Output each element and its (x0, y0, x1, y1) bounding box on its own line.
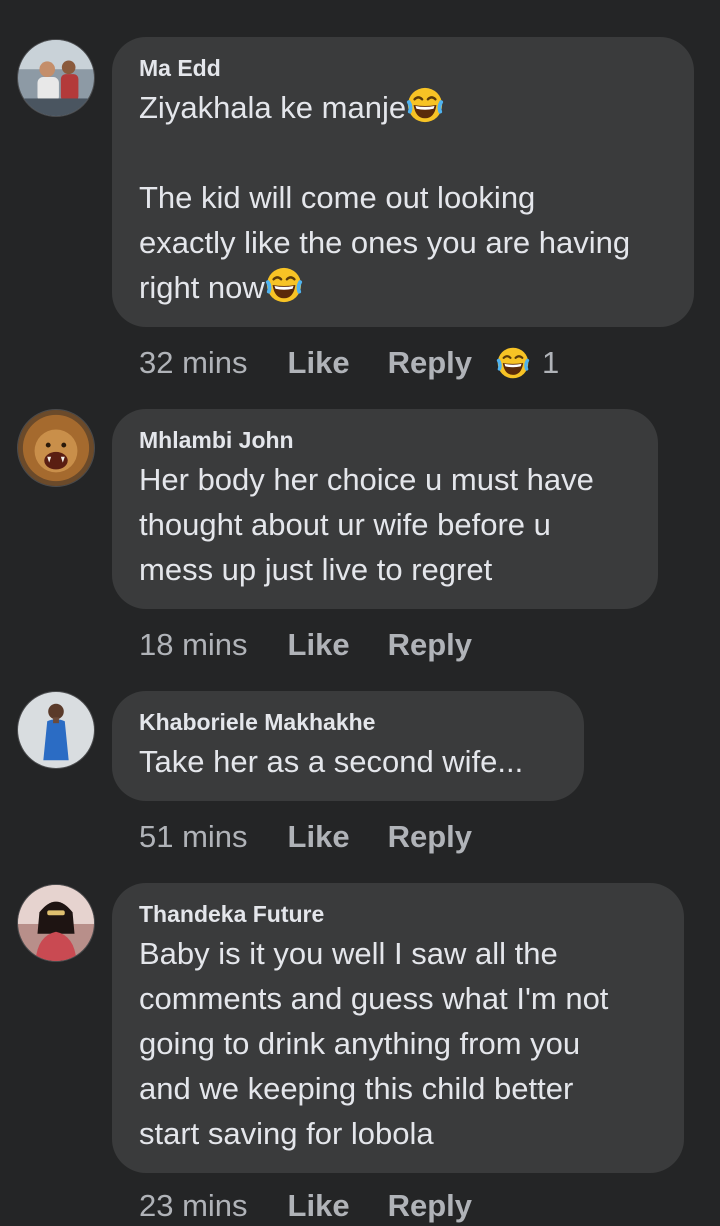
comment-author[interactable]: Thandeka Future (139, 901, 658, 927)
comment-text: Baby is it you well I saw all the commen… (139, 936, 609, 1151)
comment-author[interactable]: Khaboriele Makhakhe (139, 709, 558, 735)
avatar[interactable] (17, 884, 95, 962)
comment-author[interactable]: Ma Edd (139, 55, 668, 81)
comment-bubble: Ma Edd Ziyakhala ke manje The kid will co… (112, 37, 694, 327)
avatar-photo-icon (18, 885, 94, 961)
reply-button[interactable]: Reply (388, 1188, 472, 1224)
comment-actions: 18 mins Like Reply (139, 625, 510, 665)
comment-text: Take her as a second wife... (139, 744, 524, 779)
laughing-emoji-icon (496, 346, 530, 380)
comment-timestamp[interactable]: 32 mins (139, 345, 248, 381)
comment-timestamp[interactable]: 18 mins (139, 627, 248, 663)
reaction-count: 1 (542, 345, 560, 380)
avatar[interactable] (17, 39, 95, 117)
comment-actions: 51 mins Like Reply (139, 817, 510, 857)
like-button[interactable]: Like (288, 627, 350, 663)
avatar-photo-icon (18, 692, 94, 768)
like-button[interactable]: Like (288, 819, 350, 855)
lion-avatar-icon (18, 410, 94, 486)
laughing-emoji-icon (265, 266, 303, 304)
laughing-emoji-icon (406, 86, 444, 124)
comment-timestamp[interactable]: 23 mins (139, 1188, 248, 1224)
comment-text-body: The kid will come out looking exactly li… (139, 180, 631, 305)
comment-bubble: Thandeka Future Baby is it you well I sa… (112, 883, 684, 1173)
reply-button[interactable]: Reply (388, 345, 472, 381)
comment-actions: 23 mins Like Reply (139, 1186, 510, 1226)
reply-button[interactable]: Reply (388, 627, 472, 663)
like-button[interactable]: Like (288, 1188, 350, 1224)
reply-button[interactable]: Reply (388, 819, 472, 855)
reaction-summary[interactable]: 1 (496, 345, 559, 381)
comment-text: Her body her choice u must have thought … (139, 462, 594, 587)
comment-actions: 32 mins Like Reply 1 (139, 343, 559, 383)
like-button[interactable]: Like (288, 345, 350, 381)
avatar[interactable] (17, 691, 95, 769)
comment-bubble: Mhlambi John Her body her choice u must … (112, 409, 658, 609)
comment-text-line: Ziyakhala ke manje (139, 90, 407, 125)
comment-timestamp[interactable]: 51 mins (139, 819, 248, 855)
comment-author[interactable]: Mhlambi John (139, 427, 632, 453)
avatar-photo-icon (18, 40, 94, 116)
avatar[interactable] (17, 409, 95, 487)
comment-bubble: Khaboriele Makhakhe Take her as a second… (112, 691, 584, 801)
comment-text: Ziyakhala ke manje The kid will come out … (139, 85, 668, 310)
